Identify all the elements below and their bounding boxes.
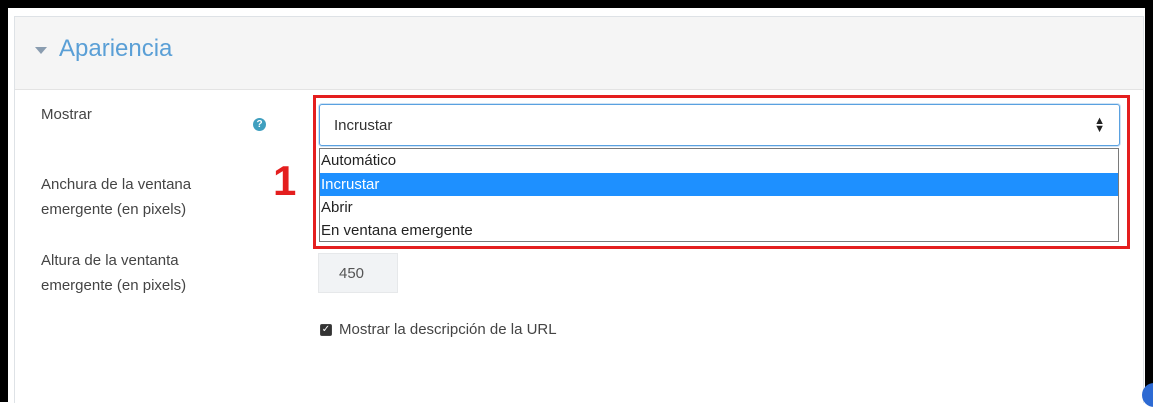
select-value: Incrustar [334,117,393,134]
altura-label-line1: Altura de la ventanta [41,252,179,269]
show-description-label[interactable]: Mostrar la descripción de la URL [339,321,557,338]
anchura-label-line1: Anchura de la ventana [41,176,192,193]
option-abrir[interactable]: Abrir [320,196,1118,219]
annotation-marker: 1 [273,157,297,204]
select-dropdown: Automático Incrustar Abrir En ventana em… [319,148,1119,242]
option-en-ventana-emergente[interactable]: En ventana emergente [320,219,1118,242]
altura-input[interactable]: 450 [318,253,398,293]
altura-value: 450 [339,265,365,282]
option-incrustar[interactable]: Incrustar [320,173,1118,196]
caret-down-icon[interactable] [35,47,47,54]
altura-label-line2: emergente (en pixels) [41,277,187,294]
section-title[interactable]: Apariencia [59,35,172,63]
help-bubble-icon[interactable] [1142,383,1153,407]
select-arrows-icon: ▲ ▼ [1094,115,1105,135]
mostrar-select[interactable]: Incrustar ▲ ▼ [319,104,1120,146]
help-icon[interactable]: ? [253,118,266,131]
mostrar-label: Mostrar [41,106,92,123]
anchura-label-line2: emergente (en pixels) [41,201,187,218]
option-automatico[interactable]: Automático [320,149,1118,172]
show-description-checkbox[interactable]: ✓ [320,324,332,336]
section-header[interactable]: Apariencia [15,17,1143,90]
